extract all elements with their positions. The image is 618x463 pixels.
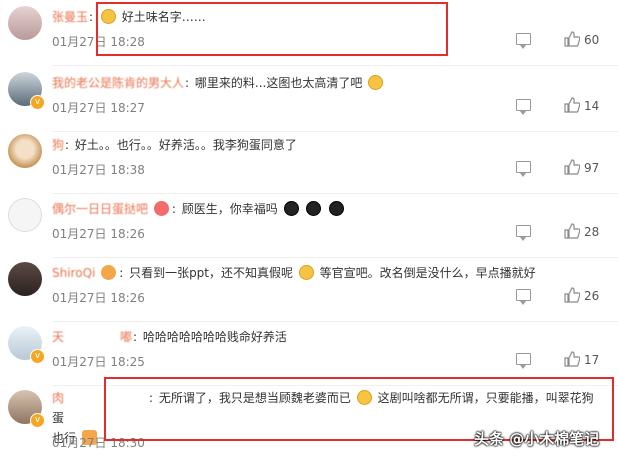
- reply-icon[interactable]: [516, 99, 531, 115]
- username[interactable]: ShiroQi: [52, 266, 95, 280]
- comment-text: 哈哈哈哈哈哈哈贱命好养活: [142, 330, 287, 344]
- doge-emoji-icon: [368, 75, 384, 90]
- avatar[interactable]: [8, 262, 42, 296]
- comment-line: 我的老公是陈肯的男大人: 哪里来的料...这图也太高清了吧: [52, 74, 604, 91]
- username[interactable]: 天嘟: [52, 330, 132, 344]
- laughing-emoji-icon: [298, 265, 314, 280]
- watermark: 头条 @小木棉笔记: [474, 430, 600, 448]
- avatar[interactable]: [8, 198, 42, 232]
- like-count: 97: [584, 161, 600, 175]
- heart-eyes-emoji-icon: [153, 201, 169, 216]
- comment-line: ShiroQi : 只看到一张ppt，还不知真假呢 等官宣吧。改名倒是没什么，早…: [52, 265, 536, 280]
- avatar[interactable]: [8, 134, 42, 168]
- like-count: 17: [584, 353, 600, 367]
- flame-emoji-icon: [101, 265, 117, 280]
- reply-icon[interactable]: [516, 33, 531, 49]
- comment-time: 01月27日 18:27: [52, 101, 145, 115]
- comment-text: 只看到一张ppt，还不知真假呢: [129, 266, 294, 280]
- like-count: 14: [584, 99, 600, 113]
- verified-badge-icon: v: [30, 95, 45, 110]
- comment-row: v 我的老公是陈肯的男大人: 哪里来的料...这图也太高清了吧 01月27日 1…: [0, 66, 618, 132]
- like-count: 28: [584, 225, 600, 239]
- comment-row: 偶尔一日日蛋挞吧 : 顾医生，你幸福吗 01月27日 18:26 28: [0, 192, 618, 258]
- highlight-box: [96, 2, 448, 56]
- comment-text: 顾医生，你幸福吗: [181, 202, 278, 216]
- verified-badge-icon: v: [30, 413, 45, 428]
- comment-time: 01月27日 18:26: [52, 227, 145, 241]
- crying-emoji-icon: [306, 201, 322, 216]
- thumbs-up-icon[interactable]: [564, 97, 580, 113]
- comment-line: 狗: 好土。。也行。。好养活。。我李狗蛋同意了: [52, 138, 297, 152]
- thumbs-up-icon[interactable]: [564, 31, 580, 47]
- comment-text: 等官宣吧。改名倒是没什么，早点播就好: [319, 266, 536, 280]
- like-count: 26: [584, 289, 600, 303]
- username[interactable]: 我的老公是陈肯的男大人: [52, 76, 184, 90]
- username[interactable]: 偶尔一日日蛋挞吧: [52, 202, 148, 216]
- crying-emoji-icon: [329, 201, 345, 216]
- comment-line: 天嘟: 哈哈哈哈哈哈哈贱命好养活: [52, 330, 287, 344]
- comment-text: 好土。。也行。。好养活。。我李狗蛋同意了: [74, 138, 297, 152]
- username[interactable]: 肉: [52, 391, 64, 405]
- reply-icon[interactable]: [516, 353, 531, 369]
- reply-icon[interactable]: [516, 289, 531, 305]
- crying-emoji-icon: [283, 201, 299, 216]
- comment-text: 哪里来的料...这图也太高清了吧: [194, 76, 363, 90]
- thumbs-up-icon[interactable]: [564, 159, 580, 175]
- comment-row: 狗: 好土。。也行。。好养活。。我李狗蛋同意了 01月27日 18:38 97: [0, 128, 618, 194]
- avatar[interactable]: [8, 6, 42, 40]
- thumbs-up-icon[interactable]: [564, 287, 580, 303]
- username[interactable]: 狗: [52, 138, 64, 152]
- comment-time: 01月27日 18:26: [52, 291, 145, 305]
- thumbs-up-icon[interactable]: [564, 223, 580, 239]
- like-count: 60: [584, 33, 600, 47]
- comment-row: ShiroQi : 只看到一张ppt，还不知真假呢 等官宣吧。改名倒是没什么，早…: [0, 256, 618, 322]
- comment-line: 偶尔一日日蛋挞吧 : 顾医生，你幸福吗: [52, 200, 604, 217]
- comment-time: 01月27日 18:38: [52, 163, 145, 177]
- comment-time: 01月27日 18:25: [52, 355, 145, 369]
- thumbs-up-icon[interactable]: [564, 351, 580, 367]
- reply-icon[interactable]: [516, 225, 531, 241]
- username[interactable]: 张曼玉: [52, 10, 88, 24]
- reply-icon[interactable]: [516, 161, 531, 177]
- verified-badge-icon: v: [30, 349, 45, 364]
